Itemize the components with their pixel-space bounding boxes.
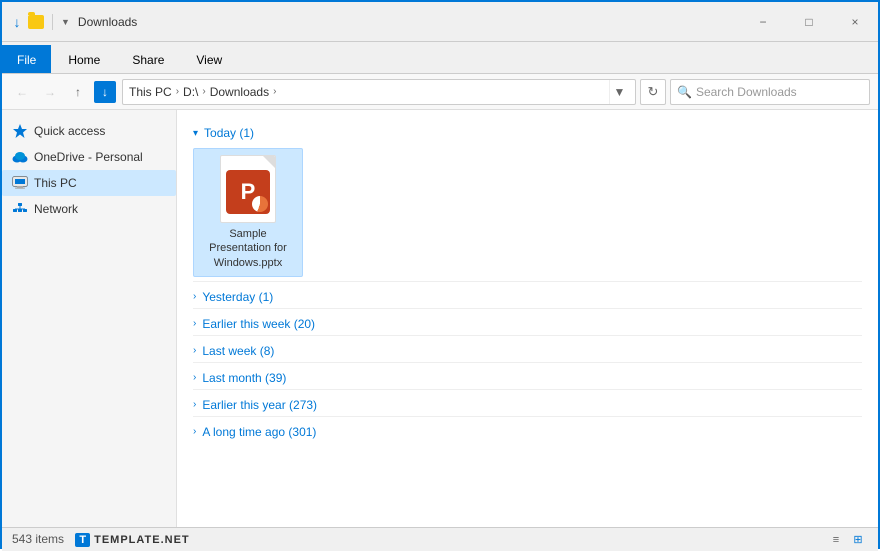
- group-earlier-week-label: Earlier this week (20): [202, 317, 315, 331]
- today-files: P SamplePresentation forWindows.pptx: [193, 144, 862, 281]
- network-icon: [12, 201, 28, 217]
- status-right: ≡ ⊞: [826, 530, 868, 550]
- view-large-icons-btn[interactable]: ⊞: [848, 530, 868, 550]
- group-earlier-year[interactable]: › Earlier this year (273): [193, 389, 862, 416]
- group-yesterday-label: Yesterday (1): [202, 290, 273, 304]
- title-bar-icons: ↓ ▼: [10, 14, 70, 30]
- forward-button[interactable]: →: [38, 80, 62, 104]
- watermark-icon: T: [75, 533, 90, 547]
- search-icon: 🔍: [677, 85, 692, 99]
- quick-access-icon: [12, 123, 28, 139]
- downloads-arrow-icon: ↓: [102, 85, 108, 99]
- back-button[interactable]: ←: [10, 80, 34, 104]
- tab-view[interactable]: View: [181, 45, 237, 73]
- sidebar: Quick access OneDrive - Personal This PC…: [2, 110, 177, 527]
- tab-home[interactable]: Home: [53, 45, 115, 73]
- title-bar: ↓ ▼ Downloads − □ ×: [2, 2, 878, 42]
- group-yesterday[interactable]: › Yesterday (1): [193, 281, 862, 308]
- group-yesterday-arrow: ›: [193, 291, 196, 302]
- group-long-ago-arrow: ›: [193, 426, 196, 437]
- qat-dropdown[interactable]: ▼: [61, 17, 70, 27]
- group-today[interactable]: ▾ Today (1): [193, 118, 862, 144]
- file-item-pptx[interactable]: P SamplePresentation forWindows.pptx: [193, 148, 303, 277]
- pptx-file-icon: P: [220, 155, 276, 223]
- tab-share[interactable]: Share: [117, 45, 179, 73]
- path-sep-1: ›: [176, 86, 179, 97]
- pptx-letter: P: [241, 181, 256, 203]
- pptx-inner-icon: P: [226, 170, 270, 214]
- sidebar-item-onedrive[interactable]: OneDrive - Personal: [2, 144, 176, 170]
- path-this-pc: This PC: [129, 85, 172, 99]
- status-bar: 543 items T TEMPLATE.NET ≡ ⊞: [2, 527, 878, 551]
- group-earlier-week-arrow: ›: [193, 318, 196, 329]
- maximize-button[interactable]: □: [786, 2, 832, 42]
- group-earlier-week[interactable]: › Earlier this week (20): [193, 308, 862, 335]
- group-last-week-label: Last week (8): [202, 344, 274, 358]
- path-sep-2: ›: [202, 86, 205, 97]
- downloads-quick-btn[interactable]: ↓: [94, 81, 116, 103]
- main-layout: Quick access OneDrive - Personal This PC…: [2, 110, 878, 527]
- network-label: Network: [34, 202, 78, 216]
- up-button[interactable]: ↑: [66, 80, 90, 104]
- onedrive-icon: [12, 149, 28, 165]
- status-left: 543 items T TEMPLATE.NET: [12, 532, 190, 547]
- divider: [52, 14, 53, 30]
- app-icon-arrow: ↓: [10, 15, 24, 29]
- group-last-week[interactable]: › Last week (8): [193, 335, 862, 362]
- quick-access-label: Quick access: [34, 124, 105, 138]
- group-earlier-year-arrow: ›: [193, 399, 196, 410]
- group-last-month[interactable]: › Last month (39): [193, 362, 862, 389]
- search-box[interactable]: 🔍 Search Downloads: [670, 79, 870, 105]
- tab-file[interactable]: File: [2, 45, 51, 73]
- group-last-month-arrow: ›: [193, 372, 196, 383]
- sidebar-item-quick-access[interactable]: Quick access: [2, 118, 176, 144]
- watermark: T TEMPLATE.NET: [75, 533, 189, 547]
- minimize-button[interactable]: −: [740, 2, 786, 42]
- sidebar-item-this-pc[interactable]: This PC: [2, 170, 176, 196]
- this-pc-label: This PC: [34, 176, 77, 190]
- group-earlier-year-label: Earlier this year (273): [202, 398, 317, 412]
- sidebar-item-network[interactable]: Network: [2, 196, 176, 222]
- group-last-month-label: Last month (39): [202, 371, 286, 385]
- ribbon-tabs: File Home Share View: [2, 42, 878, 74]
- refresh-button[interactable]: ↻: [640, 79, 666, 105]
- watermark-text: TEMPLATE.NET: [94, 534, 190, 546]
- this-pc-icon: [12, 175, 28, 191]
- path-downloads: Downloads: [210, 85, 269, 99]
- view-details-btn[interactable]: ≡: [826, 530, 846, 550]
- item-count: 543 items: [12, 532, 64, 546]
- app-icon-folder: [28, 15, 44, 29]
- path-dropdown-btn[interactable]: ▼: [609, 80, 629, 104]
- group-today-arrow: ▾: [193, 128, 198, 139]
- group-long-ago-label: A long time ago (301): [202, 425, 316, 439]
- address-bar: ← → ↑ ↓ This PC › D:\ › Downloads › ▼ ↻ …: [2, 74, 878, 110]
- group-last-week-arrow: ›: [193, 345, 196, 356]
- window-controls: − □ ×: [740, 2, 878, 42]
- path-drive: D:\: [183, 85, 198, 99]
- file-name-label: SamplePresentation forWindows.pptx: [209, 227, 287, 270]
- refresh-icon: ↻: [648, 84, 659, 100]
- address-path[interactable]: This PC › D:\ › Downloads › ▼: [122, 79, 636, 105]
- content-area: ▾ Today (1) P SamplePresentation forWind…: [177, 110, 878, 527]
- group-today-label: Today (1): [204, 126, 254, 140]
- group-long-ago[interactable]: › A long time ago (301): [193, 416, 862, 443]
- onedrive-label: OneDrive - Personal: [34, 150, 143, 164]
- close-button[interactable]: ×: [832, 2, 878, 42]
- path-sep-3: ›: [273, 86, 276, 97]
- search-placeholder: Search Downloads: [696, 85, 797, 99]
